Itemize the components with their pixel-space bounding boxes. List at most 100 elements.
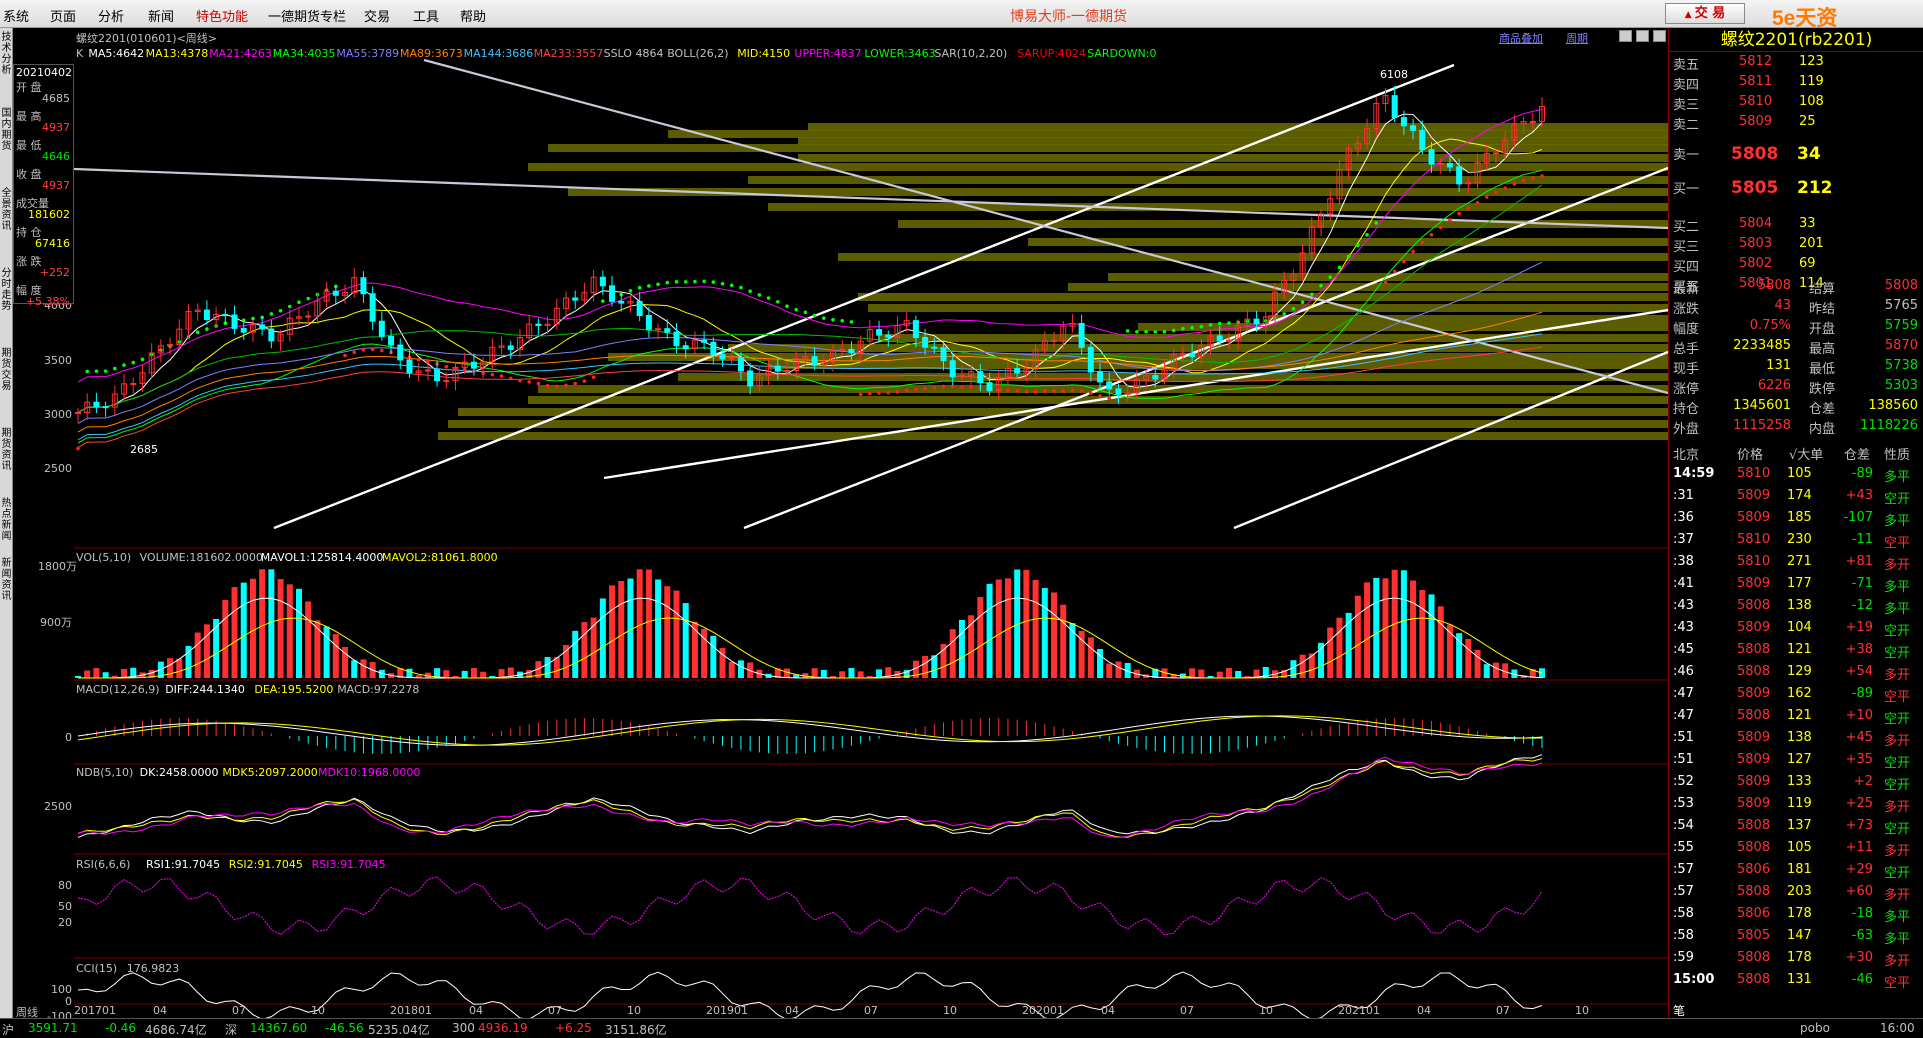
menu-analysis[interactable]: 分析 <box>98 6 124 25</box>
left-tab-fnews[interactable]: 期货资讯 <box>0 428 13 472</box>
menu-trade[interactable]: 交易 <box>364 6 390 25</box>
volume-bar <box>93 668 100 678</box>
volume-profile-bar <box>768 203 1668 211</box>
sar-dot <box>1061 389 1066 393</box>
tick-row: :58 5806 178 -18 多平 <box>1669 906 1923 926</box>
ask-row: 卖五 5812 123 <box>1669 54 1923 74</box>
tick-price: 5809 <box>1737 796 1771 811</box>
volume-bar <box>682 603 689 678</box>
left-tab-tech[interactable]: 技术分析 <box>0 32 13 76</box>
candle-body <box>1051 339 1057 342</box>
tick-time: :43 <box>1673 598 1694 613</box>
minimize-icon[interactable] <box>1619 30 1632 42</box>
sar-dot <box>822 316 826 320</box>
menu-column[interactable]: 一德期货专栏 <box>268 6 346 25</box>
volume-bar <box>1410 580 1417 678</box>
left-tab-hot[interactable]: 热点新闻 <box>0 498 13 542</box>
tick-price: 5808 <box>1737 840 1771 855</box>
time-axis-tick: 201701 <box>74 1004 116 1017</box>
tick-volume: 271 <box>1787 554 1812 569</box>
sar-dot <box>490 372 495 377</box>
period-link[interactable]: 周期 <box>1566 30 1588 46</box>
trade-button[interactable]: ▲ 交 易 <box>1665 3 1745 24</box>
candle-body <box>774 365 781 372</box>
time-axis-tick: 10 <box>627 1004 641 1017</box>
close-icon[interactable] <box>1653 30 1666 42</box>
candle-body <box>102 406 109 409</box>
tick-header-row: 北京 价格 √大单 仓差 性质 <box>1669 444 1923 464</box>
status-item: +6.25 <box>555 1021 592 1035</box>
volume-bar <box>1198 669 1205 678</box>
volume-bar <box>277 579 284 678</box>
vol-legend-item: VOLUME:181602.0000 <box>139 551 263 564</box>
volume-bar <box>572 630 579 678</box>
menu-system[interactable]: 系统 <box>3 6 29 25</box>
tick-nature: 空开 <box>1884 646 1911 661</box>
left-tab-trading[interactable]: 期货交易 <box>0 348 13 392</box>
tick-price: 5806 <box>1737 906 1771 921</box>
stat-value: 5765 <box>1884 298 1918 313</box>
sar-dot <box>1042 389 1047 393</box>
menu-features[interactable]: 特色功能 <box>196 6 248 25</box>
rsi-legend-item: RSI2:91.7045 <box>228 858 303 871</box>
ask-volume: 123 <box>1799 54 1824 69</box>
volume-bar <box>1474 649 1481 678</box>
sar-dot <box>656 282 660 287</box>
left-tab-info[interactable]: 全景资讯 <box>0 188 13 232</box>
volume-bar <box>977 597 984 678</box>
stat-label: 涨停 <box>1673 382 1700 397</box>
bar-info-panel: 20210402 开 盘 4685 最 高 4937 最 低 4646 收 盘 4937 成交量… <box>13 64 74 308</box>
menu-tools[interactable]: 工具 <box>413 6 439 25</box>
sar-dot <box>840 318 845 323</box>
ask-level: 卖五 <box>1673 58 1700 73</box>
volume-profile-bar <box>858 293 1668 301</box>
sar-dot <box>969 385 973 389</box>
tick-volume: 137 <box>1787 818 1812 833</box>
tick-time: 15:00 <box>1673 972 1715 987</box>
sar-dot <box>1070 388 1075 393</box>
sar-dot <box>1521 178 1526 182</box>
price-axis-2500: 2500 <box>44 462 72 475</box>
sar-dot <box>426 359 430 364</box>
volume-bar <box>1106 663 1113 678</box>
candle-body <box>1097 371 1104 383</box>
volume-profile-bar <box>458 408 1668 416</box>
tick-nature: 空开 <box>1884 756 1911 771</box>
sar-dot <box>554 384 559 389</box>
tick-price: 5809 <box>1737 488 1771 503</box>
volume-bar <box>986 583 993 678</box>
tick-tab[interactable]: 笔 <box>1673 1002 1685 1019</box>
menu-help[interactable]: 帮助 <box>460 6 486 25</box>
info-label: 最 高 <box>16 110 42 123</box>
tick-nature: 多平 <box>1884 932 1911 947</box>
candle-body <box>434 369 441 382</box>
volume-bar <box>922 655 929 678</box>
volume-bar <box>194 632 201 678</box>
left-tab-news[interactable]: 新闻资讯 <box>0 558 13 602</box>
candle-body <box>1529 120 1536 123</box>
overlay-link[interactable]: 商品叠加 <box>1499 30 1543 46</box>
candle-body <box>1428 149 1435 165</box>
tick-row: :59 5808 178 +30 多开 <box>1669 950 1923 970</box>
tick-volume: 162 <box>1787 686 1812 701</box>
time-axis-tick: 07 <box>1180 1004 1194 1017</box>
tick-oi-change: +25 <box>1845 796 1873 811</box>
sar-dot <box>1208 323 1213 327</box>
stat-value: 1115258 <box>1733 418 1791 433</box>
bid-volume: 33 <box>1799 216 1816 231</box>
ask-level: 卖二 <box>1673 118 1700 133</box>
volume-bar <box>599 598 606 678</box>
ma-legend-item: MA55:3789 <box>336 47 400 60</box>
tick-volume: 105 <box>1787 466 1812 481</box>
menu-news[interactable]: 新闻 <box>148 6 174 25</box>
tick-price: 5810 <box>1737 466 1771 481</box>
chart-area[interactable]: 螺纹2201(010601)<周线> 商品叠加 周期 K MA5:4642 MA13… <box>16 28 1668 1023</box>
sar-dot <box>904 388 909 393</box>
menu-page[interactable]: 页面 <box>50 6 76 25</box>
left-tab-futures[interactable]: 国内期货 <box>0 108 13 152</box>
sar-dot <box>1429 232 1434 237</box>
restore-icon[interactable] <box>1636 30 1649 42</box>
left-tab-timeshare[interactable]: 分时走势 <box>0 268 13 312</box>
ask-row: 卖四 5811 119 <box>1669 74 1923 94</box>
tick-time: :47 <box>1673 686 1694 701</box>
